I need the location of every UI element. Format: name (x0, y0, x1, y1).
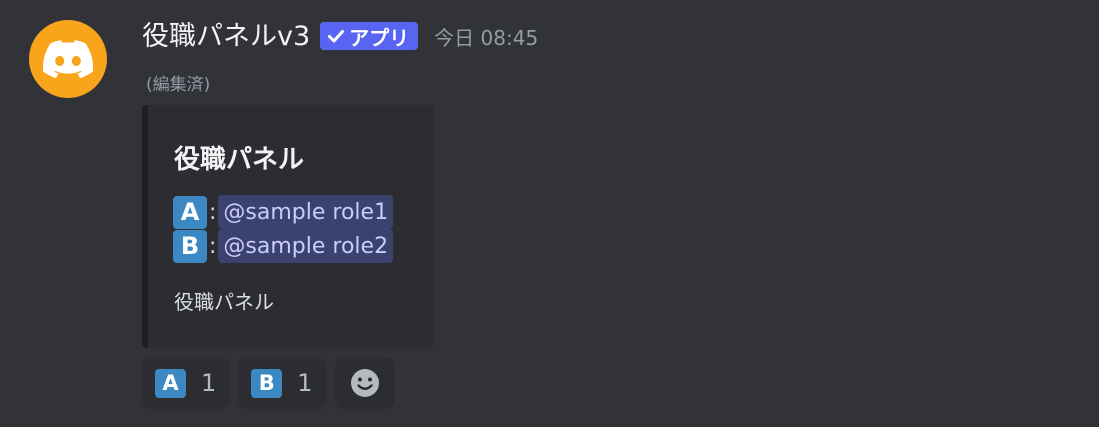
letter-b-emoji-icon: B (251, 368, 283, 398)
role-line: A : @sample role1 (173, 195, 394, 229)
reaction-count: 1 (297, 369, 313, 397)
add-reaction-button[interactable] (334, 357, 395, 409)
embed-title: 役職パネル (174, 145, 305, 175)
reactions-bar: A 1 B 1 (142, 357, 395, 409)
role-separator: : (209, 233, 217, 259)
discord-logo-icon (43, 40, 93, 79)
message-header: 役職パネルv3 アプリ 今日 08:45 (142, 14, 538, 58)
embed-accent-bar (142, 105, 148, 348)
embed: 役職パネル A : @sample role1 B : @sample role… (142, 105, 434, 348)
message-timestamp[interactable]: 今日 08:45 (434, 22, 538, 51)
reaction-count: 1 (201, 369, 217, 397)
letter-a-emoji-icon: A (155, 368, 186, 398)
role-separator: : (209, 199, 217, 225)
embed-description: 役職パネル (174, 290, 274, 314)
reaction-a[interactable]: A 1 (142, 357, 231, 409)
letter-b-emoji-icon: B (173, 229, 207, 263)
letter-a-emoji-icon: A (173, 195, 207, 229)
role-mention[interactable]: @sample role2 (218, 229, 394, 263)
avatar[interactable] (29, 20, 107, 98)
smiley-face-icon (350, 369, 379, 397)
reaction-b[interactable]: B 1 (238, 357, 327, 409)
check-icon (328, 30, 345, 43)
role-line: B : @sample role2 (173, 229, 394, 263)
app-badge-label: アプリ (349, 25, 410, 50)
author-name[interactable]: 役職パネルv3 (142, 23, 310, 50)
app-badge: アプリ (320, 22, 419, 50)
role-mention[interactable]: @sample role1 (218, 195, 394, 229)
edited-label: (編集済) (146, 75, 211, 95)
